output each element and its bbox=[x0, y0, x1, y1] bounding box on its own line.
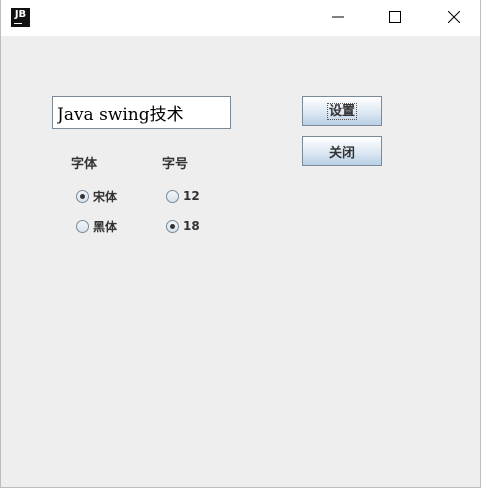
radio-heiti-label: 黑体 bbox=[93, 219, 118, 234]
app-window: JB 设置 关闭 字体 字号 宋体 bbox=[0, 0, 481, 488]
app-icon-text: JB bbox=[14, 9, 27, 20]
radio-songti[interactable]: 宋体 bbox=[76, 188, 117, 204]
radio-size-12-label: 12 bbox=[183, 189, 200, 203]
minimize-icon bbox=[332, 16, 344, 18]
radio-dot bbox=[80, 193, 85, 199]
radio-songti-label: 宋体 bbox=[93, 189, 118, 204]
radio-selected-icon[interactable] bbox=[76, 189, 89, 203]
radio-size-18[interactable]: 18 bbox=[166, 218, 200, 234]
app-icon[interactable]: JB bbox=[11, 8, 30, 27]
minimize-button[interactable] bbox=[315, 0, 361, 34]
close-button-label: 关闭 bbox=[328, 145, 355, 161]
maximize-icon bbox=[389, 11, 401, 23]
close-button[interactable]: 关闭 bbox=[302, 136, 382, 166]
radio-heiti[interactable]: 黑体 bbox=[76, 218, 117, 234]
font-family-label: 字体 bbox=[71, 157, 98, 172]
sample-text-input[interactable] bbox=[52, 96, 231, 129]
radio-unselected-icon[interactable] bbox=[76, 219, 89, 233]
font-size-label: 字号 bbox=[162, 157, 189, 172]
maximize-button[interactable] bbox=[372, 0, 418, 34]
set-button-label: 设置 bbox=[326, 102, 357, 120]
radio-dot bbox=[170, 223, 175, 229]
close-icon bbox=[448, 11, 460, 23]
close-window-button[interactable] bbox=[431, 0, 477, 34]
radio-selected-icon[interactable] bbox=[166, 219, 179, 233]
radio-unselected-icon[interactable] bbox=[166, 189, 179, 203]
radio-size-18-label: 18 bbox=[183, 219, 200, 233]
title-bar[interactable]: JB bbox=[1, 0, 480, 36]
radio-size-12[interactable]: 12 bbox=[166, 188, 200, 204]
app-icon-underline bbox=[14, 23, 22, 24]
set-button[interactable]: 设置 bbox=[302, 96, 382, 126]
